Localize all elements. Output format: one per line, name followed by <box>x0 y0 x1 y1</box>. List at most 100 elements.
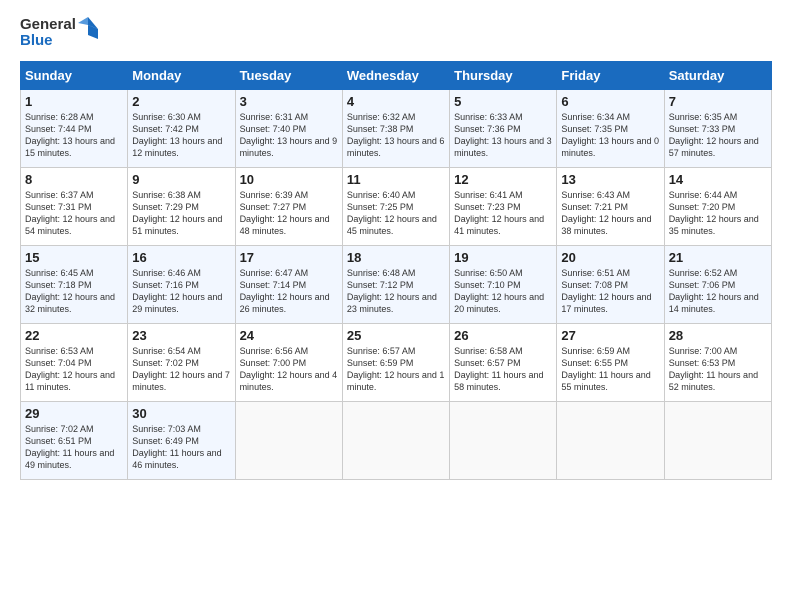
calendar-cell: 22Sunrise: 6:53 AM Sunset: 7:04 PM Dayli… <box>21 324 128 402</box>
day-number: 3 <box>240 94 338 109</box>
calendar-cell: 10Sunrise: 6:39 AM Sunset: 7:27 PM Dayli… <box>235 168 342 246</box>
cell-content: Sunrise: 6:56 AM Sunset: 7:00 PM Dayligh… <box>240 345 338 394</box>
calendar-cell: 18Sunrise: 6:48 AM Sunset: 7:12 PM Dayli… <box>342 246 449 324</box>
cell-content: Sunrise: 6:40 AM Sunset: 7:25 PM Dayligh… <box>347 189 445 238</box>
day-number: 29 <box>25 406 123 421</box>
cell-content: Sunrise: 6:52 AM Sunset: 7:06 PM Dayligh… <box>669 267 767 316</box>
cell-content: Sunrise: 6:30 AM Sunset: 7:42 PM Dayligh… <box>132 111 230 160</box>
calendar-cell: 1 Sunrise: 6:28 AM Sunset: 7:44 PM Daylig… <box>21 90 128 168</box>
weekday-header: Friday <box>557 62 664 90</box>
weekday-header-row: SundayMondayTuesdayWednesdayThursdayFrid… <box>21 62 772 90</box>
calendar-cell: 13 Sunrise: 6:43 AM Sunset: 7:21 PM Dayli… <box>557 168 664 246</box>
day-number: 5 <box>454 94 552 109</box>
calendar-cell: 8Sunrise: 6:37 AM Sunset: 7:31 PM Daylig… <box>21 168 128 246</box>
calendar-cell: 7 Sunrise: 6:35 AM Sunset: 7:33 PM Daylig… <box>664 90 771 168</box>
calendar-cell: 15 Sunrise: 6:45 AM Sunset: 7:18 PM Dayli… <box>21 246 128 324</box>
cell-content: Sunrise: 6:31 AM Sunset: 7:40 PM Dayligh… <box>240 111 338 160</box>
calendar-cell <box>557 402 664 480</box>
day-number: 14 <box>669 172 767 187</box>
weekday-header: Wednesday <box>342 62 449 90</box>
calendar-cell: 3 Sunrise: 6:31 AM Sunset: 7:40 PM Daylig… <box>235 90 342 168</box>
calendar-week-row: 22Sunrise: 6:53 AM Sunset: 7:04 PM Dayli… <box>21 324 772 402</box>
day-number: 27 <box>561 328 659 343</box>
calendar-cell: 26 Sunrise: 6:58 AM Sunset: 6:57 PM Dayli… <box>450 324 557 402</box>
calendar-week-row: 8Sunrise: 6:37 AM Sunset: 7:31 PM Daylig… <box>21 168 772 246</box>
calendar-cell: 28 Sunrise: 7:00 AM Sunset: 6:53 PM Dayli… <box>664 324 771 402</box>
day-number: 9 <box>132 172 230 187</box>
calendar-cell: 4 Sunrise: 6:32 AM Sunset: 7:38 PM Daylig… <box>342 90 449 168</box>
weekday-header: Monday <box>128 62 235 90</box>
day-number: 25 <box>347 328 445 343</box>
calendar-cell: 5 Sunrise: 6:33 AM Sunset: 7:36 PM Daylig… <box>450 90 557 168</box>
cell-content: Sunrise: 6:44 AM Sunset: 7:20 PM Dayligh… <box>669 189 767 238</box>
calendar-cell: 6 Sunrise: 6:34 AM Sunset: 7:35 PM Daylig… <box>557 90 664 168</box>
main-container: General Blue SundayMondayTuesdayWednesda… <box>0 0 792 490</box>
calendar-cell: 29 Sunrise: 7:02 AM Sunset: 6:51 PM Dayli… <box>21 402 128 480</box>
day-number: 13 <box>561 172 659 187</box>
calendar-cell: 27 Sunrise: 6:59 AM Sunset: 6:55 PM Dayli… <box>557 324 664 402</box>
calendar-cell <box>450 402 557 480</box>
day-number: 21 <box>669 250 767 265</box>
cell-content: Sunrise: 6:48 AM Sunset: 7:12 PM Dayligh… <box>347 267 445 316</box>
logo-general-text: General <box>20 17 76 34</box>
calendar-cell: 14 Sunrise: 6:44 AM Sunset: 7:20 PM Dayli… <box>664 168 771 246</box>
calendar-cell: 30Sunrise: 7:03 AM Sunset: 6:49 PM Dayli… <box>128 402 235 480</box>
calendar-cell <box>342 402 449 480</box>
cell-content: Sunrise: 7:02 AM Sunset: 6:51 PM Dayligh… <box>25 423 123 472</box>
calendar-cell <box>235 402 342 480</box>
weekday-header: Saturday <box>664 62 771 90</box>
day-number: 8 <box>25 172 123 187</box>
calendar-cell: 24 Sunrise: 6:56 AM Sunset: 7:00 PM Dayli… <box>235 324 342 402</box>
day-number: 28 <box>669 328 767 343</box>
calendar-cell <box>664 402 771 480</box>
cell-content: Sunrise: 6:38 AM Sunset: 7:29 PM Dayligh… <box>132 189 230 238</box>
cell-content: Sunrise: 6:45 AM Sunset: 7:18 PM Dayligh… <box>25 267 123 316</box>
calendar-cell: 17 Sunrise: 6:47 AM Sunset: 7:14 PM Dayli… <box>235 246 342 324</box>
day-number: 17 <box>240 250 338 265</box>
weekday-header: Tuesday <box>235 62 342 90</box>
logo-blue-text: Blue <box>20 33 76 50</box>
day-number: 4 <box>347 94 445 109</box>
day-number: 6 <box>561 94 659 109</box>
day-number: 12 <box>454 172 552 187</box>
header: General Blue <box>20 15 772 51</box>
day-number: 2 <box>132 94 230 109</box>
day-number: 30 <box>132 406 230 421</box>
calendar-cell: 12Sunrise: 6:41 AM Sunset: 7:23 PM Dayli… <box>450 168 557 246</box>
cell-content: Sunrise: 6:34 AM Sunset: 7:35 PM Dayligh… <box>561 111 659 160</box>
day-number: 11 <box>347 172 445 187</box>
logo-bird-icon <box>78 15 98 51</box>
day-number: 7 <box>669 94 767 109</box>
calendar-cell: 19 Sunrise: 6:50 AM Sunset: 7:10 PM Dayli… <box>450 246 557 324</box>
calendar-cell: 2 Sunrise: 6:30 AM Sunset: 7:42 PM Daylig… <box>128 90 235 168</box>
cell-content: Sunrise: 6:58 AM Sunset: 6:57 PM Dayligh… <box>454 345 552 394</box>
cell-content: Sunrise: 6:53 AM Sunset: 7:04 PM Dayligh… <box>25 345 123 394</box>
cell-content: Sunrise: 6:39 AM Sunset: 7:27 PM Dayligh… <box>240 189 338 238</box>
cell-content: Sunrise: 6:57 AM Sunset: 6:59 PM Dayligh… <box>347 345 445 394</box>
cell-content: Sunrise: 6:47 AM Sunset: 7:14 PM Dayligh… <box>240 267 338 316</box>
cell-content: Sunrise: 6:54 AM Sunset: 7:02 PM Dayligh… <box>132 345 230 394</box>
cell-content: Sunrise: 6:32 AM Sunset: 7:38 PM Dayligh… <box>347 111 445 160</box>
logo: General Blue <box>20 15 98 51</box>
day-number: 26 <box>454 328 552 343</box>
cell-content: Sunrise: 6:33 AM Sunset: 7:36 PM Dayligh… <box>454 111 552 160</box>
cell-content: Sunrise: 6:51 AM Sunset: 7:08 PM Dayligh… <box>561 267 659 316</box>
day-number: 19 <box>454 250 552 265</box>
logo-graphic: General Blue <box>20 15 98 51</box>
cell-content: Sunrise: 6:35 AM Sunset: 7:33 PM Dayligh… <box>669 111 767 160</box>
weekday-header: Thursday <box>450 62 557 90</box>
calendar-cell: 16Sunrise: 6:46 AM Sunset: 7:16 PM Dayli… <box>128 246 235 324</box>
cell-content: Sunrise: 6:28 AM Sunset: 7:44 PM Dayligh… <box>25 111 123 160</box>
calendar-week-row: 15 Sunrise: 6:45 AM Sunset: 7:18 PM Dayli… <box>21 246 772 324</box>
cell-content: Sunrise: 6:59 AM Sunset: 6:55 PM Dayligh… <box>561 345 659 394</box>
day-number: 1 <box>25 94 123 109</box>
day-number: 24 <box>240 328 338 343</box>
day-number: 20 <box>561 250 659 265</box>
cell-content: Sunrise: 6:43 AM Sunset: 7:21 PM Dayligh… <box>561 189 659 238</box>
calendar-cell: 9 Sunrise: 6:38 AM Sunset: 7:29 PM Daylig… <box>128 168 235 246</box>
day-number: 15 <box>25 250 123 265</box>
day-number: 16 <box>132 250 230 265</box>
cell-content: Sunrise: 7:00 AM Sunset: 6:53 PM Dayligh… <box>669 345 767 394</box>
cell-content: Sunrise: 6:50 AM Sunset: 7:10 PM Dayligh… <box>454 267 552 316</box>
calendar-cell: 25 Sunrise: 6:57 AM Sunset: 6:59 PM Dayli… <box>342 324 449 402</box>
